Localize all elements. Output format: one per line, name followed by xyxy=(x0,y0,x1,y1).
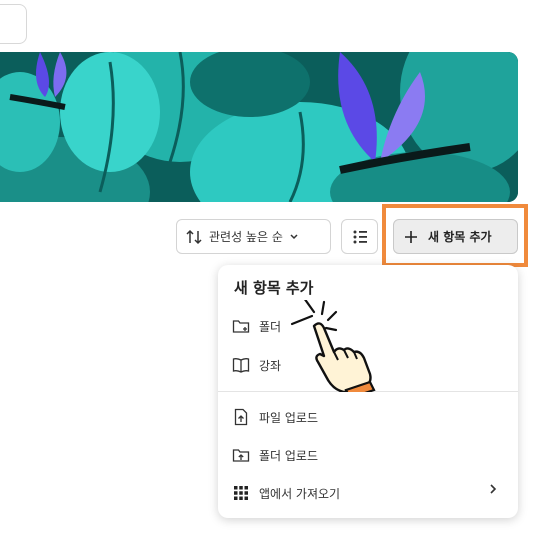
menu-title: 새 항목 추가 xyxy=(234,279,314,297)
sort-arrows-icon xyxy=(186,229,202,244)
chevron-right-icon xyxy=(490,484,497,494)
pointing-hand-icon xyxy=(290,300,376,392)
banner-image xyxy=(0,52,518,202)
sort-label: 관련성 높은 순 xyxy=(209,230,283,244)
menu-item-label: 앱에서 가져오기 xyxy=(259,486,341,501)
sort-dropdown[interactable]: 관련성 높은 순 xyxy=(176,219,331,254)
menu-item-label: 폴더 업로드 xyxy=(259,448,319,463)
list-view-button[interactable] xyxy=(341,219,378,254)
menu-item-file-upload[interactable]: 파일 업로드 xyxy=(232,404,318,430)
highlight-box xyxy=(382,204,528,267)
apps-grid-icon xyxy=(234,486,248,500)
chevron-down-icon xyxy=(290,233,298,239)
folder-plus-icon xyxy=(232,320,250,333)
menu-item-import-from-app[interactable]: 앱에서 가져오기 xyxy=(232,480,340,506)
menu-item-label: 강좌 xyxy=(259,358,282,373)
list-icon xyxy=(353,230,367,243)
menu-item-folder-upload[interactable]: 폴더 업로드 xyxy=(232,442,318,468)
menu-item-label: 폴더 xyxy=(259,319,282,334)
menu-item-course[interactable]: 강좌 xyxy=(232,352,281,378)
file-upload-icon xyxy=(234,408,248,426)
menu-item-folder[interactable]: 폴더 xyxy=(232,313,281,339)
book-open-icon xyxy=(232,358,250,373)
banner-illustration xyxy=(0,52,518,202)
folder-upload-icon xyxy=(232,449,250,462)
search-input-partial[interactable] xyxy=(0,4,27,44)
menu-item-label: 파일 업로드 xyxy=(259,410,319,425)
